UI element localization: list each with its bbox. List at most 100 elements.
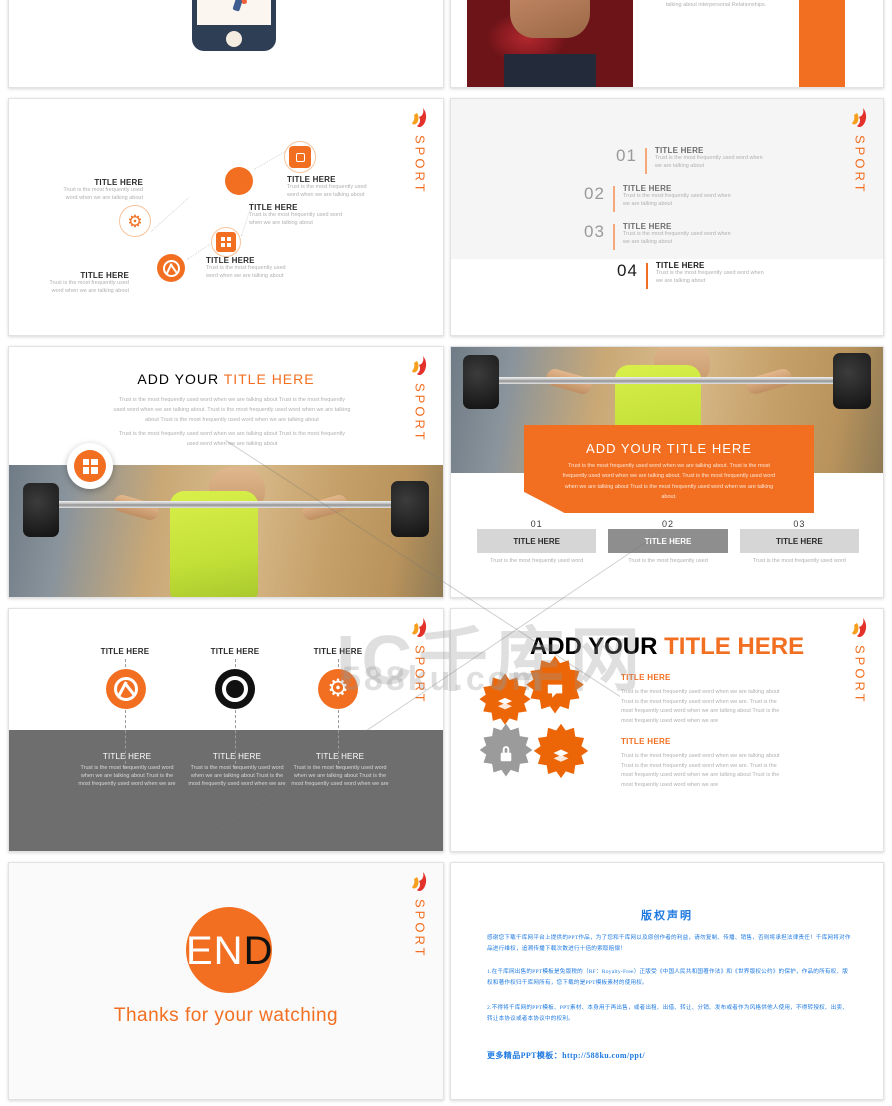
slide-copyright-notice[interactable]: 版权声明 感谢您下载千库网平台上提供的PPT作品，为了您和千库网以及原创作者的利… [450, 862, 884, 1100]
node-3-title: TITLE HERE [206, 256, 255, 265]
thanks-text: Thanks for your watching [113, 1005, 339, 1026]
item-number: 04 [617, 261, 638, 280]
col3-bottom-title: TITLE HERE [315, 752, 365, 761]
text-block-2: TITLE HERE Trust is the most frequently … [621, 737, 781, 791]
slide-boxer-photo[interactable]: TITLE HERE Trust is the most frequently … [450, 0, 884, 88]
node-4-body: Trust is the most frequently used word w… [63, 187, 143, 201]
node-2-text: TITLE HERE Trust is the most frequently … [249, 203, 343, 228]
accent-bar [612, 224, 615, 250]
tab-caption: Trust is the most frequently used [628, 558, 708, 564]
slide-numbered-list[interactable]: 01 TITLE HERE Trust is the most frequent… [450, 98, 884, 336]
slide-flow-diagram[interactable]: TITLE HERE Trust is the most frequently … [8, 98, 444, 336]
gym-photo [9, 465, 443, 597]
accent-bar [645, 263, 648, 289]
col2-bottom-body: Trust is the most frequently used word w… [188, 765, 286, 787]
slide5-paragraph-1: Trust is the most frequently used word w… [113, 397, 351, 424]
apple-icon[interactable] [215, 669, 255, 709]
tab-caption: Trust is the most frequently used word [490, 558, 584, 564]
item-number: 03 [584, 222, 605, 241]
tab-01[interactable]: 01 TITLE HERE Trust is the most frequent… [477, 519, 597, 564]
node-1-body: Trust is the most frequently used word w… [287, 184, 367, 198]
node-gear-icon[interactable]: ⚙ [119, 205, 151, 237]
tab-group: 01 TITLE HERE Trust is the most frequent… [477, 519, 859, 564]
list-item-01[interactable]: 01 TITLE HERE Trust is the most frequent… [616, 146, 771, 174]
slide-three-icon-columns[interactable]: TITLE HERE TITLE HERE Trust is the most … [8, 608, 444, 852]
tab-label[interactable]: TITLE HERE [608, 529, 728, 553]
block1-title: TITLE HERE [621, 673, 671, 682]
sport-label: SPORT [852, 135, 868, 195]
node-5-title: TITLE HERE [80, 271, 129, 280]
accent-bar [612, 186, 615, 212]
accent-bar [644, 148, 647, 174]
gray-content-block [9, 730, 443, 851]
sport-logo: SPORT [403, 107, 437, 195]
slide-phone-two-columns[interactable]: TITLE HERE Trust is the most frequently … [8, 0, 444, 88]
windows-icon [74, 450, 106, 482]
slide2-body: Trust is the most frequently used word w… [665, 2, 767, 9]
node-windows-icon[interactable] [211, 227, 241, 257]
slide8-heading: ADD YOUR TITLE HERE [451, 633, 883, 661]
link-label: 更多精品PPT模板： [487, 1051, 563, 1060]
node-camera-icon[interactable] [284, 141, 316, 173]
sport-label: SPORT [412, 899, 428, 959]
slide-end[interactable]: END Thanks for your watching SPORT [8, 862, 444, 1100]
block2-title: TITLE HERE [621, 737, 671, 746]
gear-layers-orange-2 [533, 723, 589, 779]
list-item-04[interactable]: 04 TITLE HERE Trust is the most frequent… [617, 261, 772, 289]
node-5-body: Trust is the most frequently used word w… [49, 280, 129, 294]
item-number: 02 [584, 184, 605, 203]
phone-home-button [226, 31, 242, 47]
node-aperture-icon[interactable] [157, 254, 185, 282]
node-3-text: TITLE HERE Trust is the most frequently … [206, 256, 298, 281]
aperture-icon[interactable] [106, 669, 146, 709]
flame-icon [412, 356, 427, 376]
tab-02[interactable]: 02 TITLE HERE Trust is the most frequent… [608, 519, 728, 564]
node-2-body: Trust is the most frequently used word w… [249, 212, 343, 226]
callout-body: Trust is the most frequently used word w… [562, 463, 776, 501]
flame-icon [412, 872, 427, 892]
tab-caption: Trust is the most frequently used word [752, 558, 846, 564]
text-block-1: TITLE HERE Trust is the most frequently … [621, 673, 781, 727]
tab-number: 01 [530, 519, 543, 529]
sport-label: SPORT [412, 135, 428, 195]
item-title: TITLE HERE [654, 146, 704, 155]
slide-gears-two-blocks[interactable]: ADD YOUR TITLE HERE TITLE HERE Trust is … [450, 608, 884, 852]
tab-03[interactable]: 03 TITLE HERE Trust is the most frequent… [739, 519, 859, 564]
flame-icon [412, 108, 427, 128]
col3-top-title: TITLE HERE [313, 647, 363, 656]
slide2-orange-sidebar: tion [799, 0, 845, 87]
copyright-title: 版权声明 [641, 910, 693, 922]
slide-orange-callout-tabs[interactable]: ADD YOUR TITLE HERE Trust is the most fr… [450, 346, 884, 598]
end-text-dark: D [243, 929, 274, 973]
list-item-03[interactable]: 03 TITLE HERE Trust is the most frequent… [584, 222, 739, 250]
tab-label[interactable]: TITLE HERE [739, 529, 859, 553]
flame-icon [852, 618, 867, 638]
flame-icon [412, 618, 427, 638]
col3-bottom-body: Trust is the most frequently used word w… [291, 765, 389, 787]
item-body: Trust is the most frequently used word w… [655, 270, 764, 284]
node-apple-icon[interactable] [225, 167, 253, 195]
col1-bottom-body: Trust is the most frequently used word w… [78, 765, 176, 787]
sport-logo: SPORT [403, 871, 437, 959]
gear-icon[interactable]: ⚙ [318, 669, 358, 709]
node-1-title: TITLE HERE [287, 175, 336, 184]
item-number: 01 [616, 146, 637, 165]
slide-barbell-text-top[interactable]: ADD YOUR TITLE HERE Trust is the most fr… [8, 346, 444, 598]
slide-deck-overview: TITLE HERE Trust is the most frequently … [0, 0, 892, 1106]
windows-badge[interactable] [67, 443, 113, 489]
node-2-title: TITLE HERE [249, 203, 298, 212]
tab-number: 02 [661, 519, 674, 529]
copyright-paragraph-2: 2.不得将千库网的PPT模板、PPT素材、本身用于再出售，或者出租、出借、转让、… [487, 1005, 849, 1023]
more-templates-link[interactable]: 更多精品PPT模板：http://588ku.com/ppt/ [487, 1045, 645, 1063]
slide5-paragraph-2: Trust is the most frequently used word w… [118, 431, 345, 448]
slide5-heading: ADD YOUR TITLE HERE [9, 371, 443, 387]
node-4-text: TITLE HERE Trust is the most frequently … [51, 178, 143, 203]
tab-number: 03 [793, 519, 806, 529]
item-title: TITLE HERE [622, 184, 672, 193]
list-item-02[interactable]: 02 TITLE HERE Trust is the most frequent… [584, 184, 739, 212]
heading-plain: ADD YOUR [137, 371, 224, 387]
sport-logo: SPORT [403, 355, 437, 443]
end-text: END [186, 931, 326, 971]
sport-label: SPORT [412, 383, 428, 443]
tab-label[interactable]: TITLE HERE [477, 529, 597, 553]
